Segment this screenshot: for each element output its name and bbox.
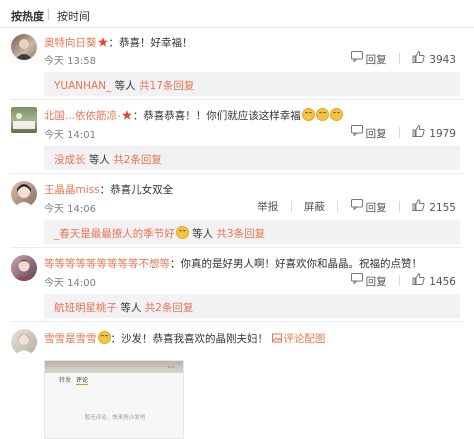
thumbs-up-icon [412,199,425,212]
username-link[interactable]: 北国...依依筋凉- [44,110,121,122]
sub-replies: 没成长 等人 共2条回复 [44,146,460,170]
image-empty-text: 暂无评论，快来抢沙发吧 [84,415,146,421]
like-count: 1979 [429,128,456,141]
block-button[interactable]: 屏蔽 [304,199,325,214]
comment-text: ：沙发！恭喜我喜欢的晶刚夫妇！ [110,333,269,345]
reply-icon [350,273,363,285]
comment-text: ：恭喜！好幸福！ [108,37,193,49]
like-button[interactable]: 2155 [412,199,456,214]
comment-text: ：恭喜儿女双全 [99,184,174,196]
sort-by-time-tab[interactable]: 按时间 [57,8,90,24]
like-button[interactable]: 3943 [412,51,456,66]
reply-label: 回复 [365,201,387,214]
username-link[interactable]: 雪雪是雪雪 [44,333,97,345]
avatar[interactable] [11,34,37,60]
sub-reply-suffix: 等人 [120,302,142,314]
thumbs-up-icon [412,125,425,138]
reply-button[interactable]: 回复 [350,199,387,215]
sub-replies: YUANHAN_ 等人 共17条回复 [44,72,460,96]
happy-emoji-icon [301,108,315,121]
thumbs-up-icon [412,51,425,64]
reply-icon [350,199,363,211]
comment-time: 今天 13:58 [44,56,96,67]
view-replies-link[interactable]: 共2条回复 [113,154,162,166]
comment-text: ：你真的是好男人啊！好喜欢你和晶晶。祝福的点赞！ [170,258,422,270]
more-icon: ··· [167,363,175,372]
avatar[interactable] [11,181,37,207]
action-divider [398,127,400,139]
image-icon [272,333,283,343]
image-tab-repost: 转发 [59,377,72,384]
reply-label: 回复 [365,53,387,66]
comment-image-link[interactable]: 评论配图 [271,333,325,345]
comment-item: 王晶晶miss：恭喜儿女双全 今天 14:06 举报 屏蔽 回复 2155 _春… [0,174,474,246]
sub-reply-user[interactable]: 航班明星桃子 [54,302,117,314]
action-divider [337,201,339,213]
reply-icon [350,125,363,137]
username-link[interactable]: 王晶晶miss [44,184,100,196]
comment-item: 奥特向日葵 ：恭喜！好幸福！ 今天 13:58 回复 3943 YUANHAN_ … [0,28,474,98]
username-link[interactable]: 奥特向日葵 [44,37,97,49]
sub-reply-user[interactable]: _春天是最最撩人的季节好 [54,228,175,240]
comment-image-label: 评论配图 [283,333,326,345]
star-badge-icon [97,37,108,47]
reply-button[interactable]: 回复 [350,51,387,67]
happy-emoji-icon [175,226,189,239]
sub-reply-suffix: 等人 [192,228,214,240]
happy-emoji-icon [329,108,343,121]
sub-reply-user[interactable]: YUANHAN_ [54,80,111,92]
action-divider [398,53,400,65]
like-count: 3943 [429,54,456,67]
sub-reply-user[interactable]: 没成长 [54,154,86,166]
action-divider [398,275,400,287]
like-count: 1456 [429,276,456,289]
reply-icon [350,51,363,63]
image-tabs: 转发 评论 [59,375,91,385]
comment-item: 北国...依依筋凉- ：恭喜恭喜！！你们就应该这样幸福 今天 14:01 回复 1… [0,100,474,172]
happy-emoji-icon [97,331,111,344]
like-button[interactable]: 1979 [412,125,456,140]
sub-reply-suffix: 等人 [88,154,110,166]
reply-label: 回复 [365,127,387,140]
action-divider [398,201,400,213]
action-divider [290,201,292,213]
comment-time: 今天 14:01 [44,130,96,141]
thumbs-up-icon [412,273,425,286]
happy-emoji-icon [315,108,329,121]
like-count: 2155 [429,202,456,215]
view-replies-link[interactable]: 共3条回复 [216,228,265,240]
comment-image[interactable]: ··· 转发 评论 暂无评论，快来抢沙发吧 [44,360,184,439]
avatar[interactable] [11,107,37,133]
image-tab-comments: 评论 [75,377,88,385]
sub-reply-suffix: 等人 [114,80,136,92]
star-badge-icon [121,110,132,120]
comment-time: 今天 14:00 [44,278,96,289]
avatar[interactable] [11,329,37,355]
reply-button[interactable]: 回复 [350,125,387,141]
reply-button[interactable]: 回复 [350,273,387,289]
sort-by-hot-tab[interactable]: 按热度 [11,8,44,24]
comment-text: ：恭喜恭喜！！你们就应该这样幸福 [132,110,301,122]
sub-replies: _春天是最最撩人的季节好 等人 共3条回复 [44,220,460,244]
image-header [45,361,183,373]
sub-replies: 航班明星桃子 等人 共2条回复 [44,294,460,318]
comment-item: 等等等等等等等等等不想等：你真的是好男人啊！好喜欢你和晶晶。祝福的点赞！ 今天 … [0,248,474,320]
sort-divider [48,9,49,20]
report-button[interactable]: 举报 [257,199,278,214]
view-replies-link[interactable]: 共2条回复 [145,302,194,314]
like-button[interactable]: 1456 [412,273,456,288]
reply-label: 回复 [365,275,387,288]
avatar[interactable] [11,255,37,281]
comment-time: 今天 14:06 [44,204,96,215]
view-replies-link[interactable]: 共17条回复 [139,80,194,92]
username-link[interactable]: 等等等等等等等等等不想等 [44,258,170,270]
sort-bar: 按热度 按时间 [0,0,474,28]
